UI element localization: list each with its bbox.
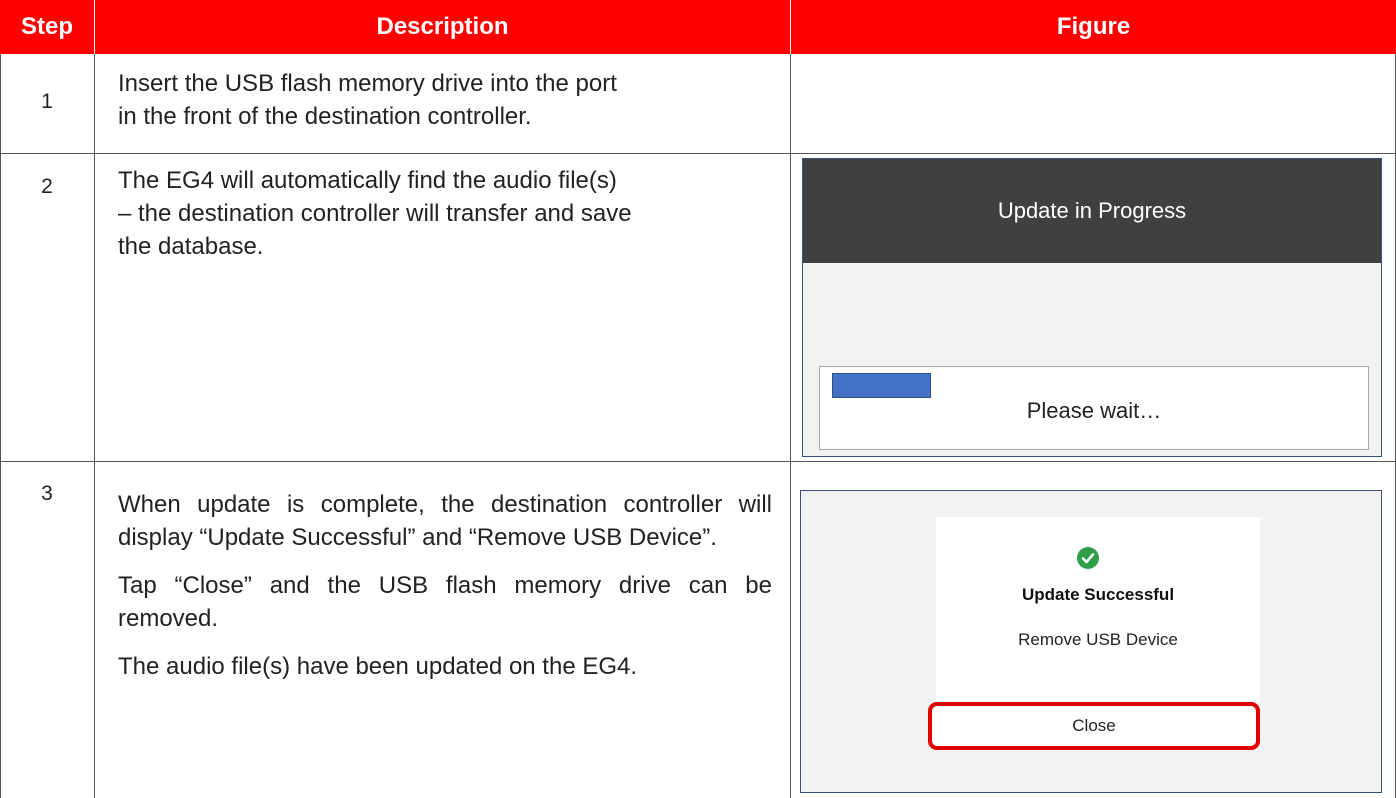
step-description: Insert the USB flash memory drive into t… xyxy=(118,67,778,133)
row-divider xyxy=(0,461,1396,462)
header-step: Step xyxy=(0,0,94,54)
header-description: Description xyxy=(95,0,790,54)
description-line: in the front of the destination controll… xyxy=(118,103,532,130)
dialog-title: Update Successful xyxy=(1021,585,1175,604)
status-text: Please wait… xyxy=(1026,398,1162,423)
step-description: When update is complete, the destination… xyxy=(118,488,772,683)
description-paragraph: Tap “Close” and the USB flash memory dri… xyxy=(118,572,772,632)
description-line: – the destination controller will transf… xyxy=(118,200,632,227)
col-divider xyxy=(94,54,95,798)
description-line: Insert the USB flash memory drive into t… xyxy=(118,70,617,97)
description-paragraph: The audio file(s) have been updated on t… xyxy=(118,653,638,680)
col-divider xyxy=(790,54,791,798)
check-circle-icon xyxy=(1077,547,1099,569)
description-line: The EG4 will automatically find the audi… xyxy=(118,167,617,194)
close-button[interactable]: Close xyxy=(928,702,1260,750)
row-divider xyxy=(0,153,1396,154)
step-number: 2 xyxy=(41,175,53,198)
update-progress-dialog: Update in Progress Please wait… xyxy=(802,158,1382,457)
progress-panel: Please wait… xyxy=(819,366,1369,450)
step-number: 1 xyxy=(41,90,53,113)
step-description: The EG4 will automatically find the audi… xyxy=(118,164,778,263)
description-line: the database. xyxy=(118,233,264,260)
dialog-message: Remove USB Device xyxy=(1018,630,1178,649)
description-paragraph: When update is complete, the destination… xyxy=(118,491,772,551)
header-figure: Figure xyxy=(791,0,1396,54)
dialog-title: Update in Progress xyxy=(803,159,1381,263)
progress-bar xyxy=(832,373,931,398)
step-number: 3 xyxy=(41,482,53,505)
col-divider xyxy=(0,54,1,798)
update-successful-dialog: Update Successful Remove USB Device Clos… xyxy=(800,490,1382,793)
dialog-card: Update Successful Remove USB Device xyxy=(936,517,1260,702)
